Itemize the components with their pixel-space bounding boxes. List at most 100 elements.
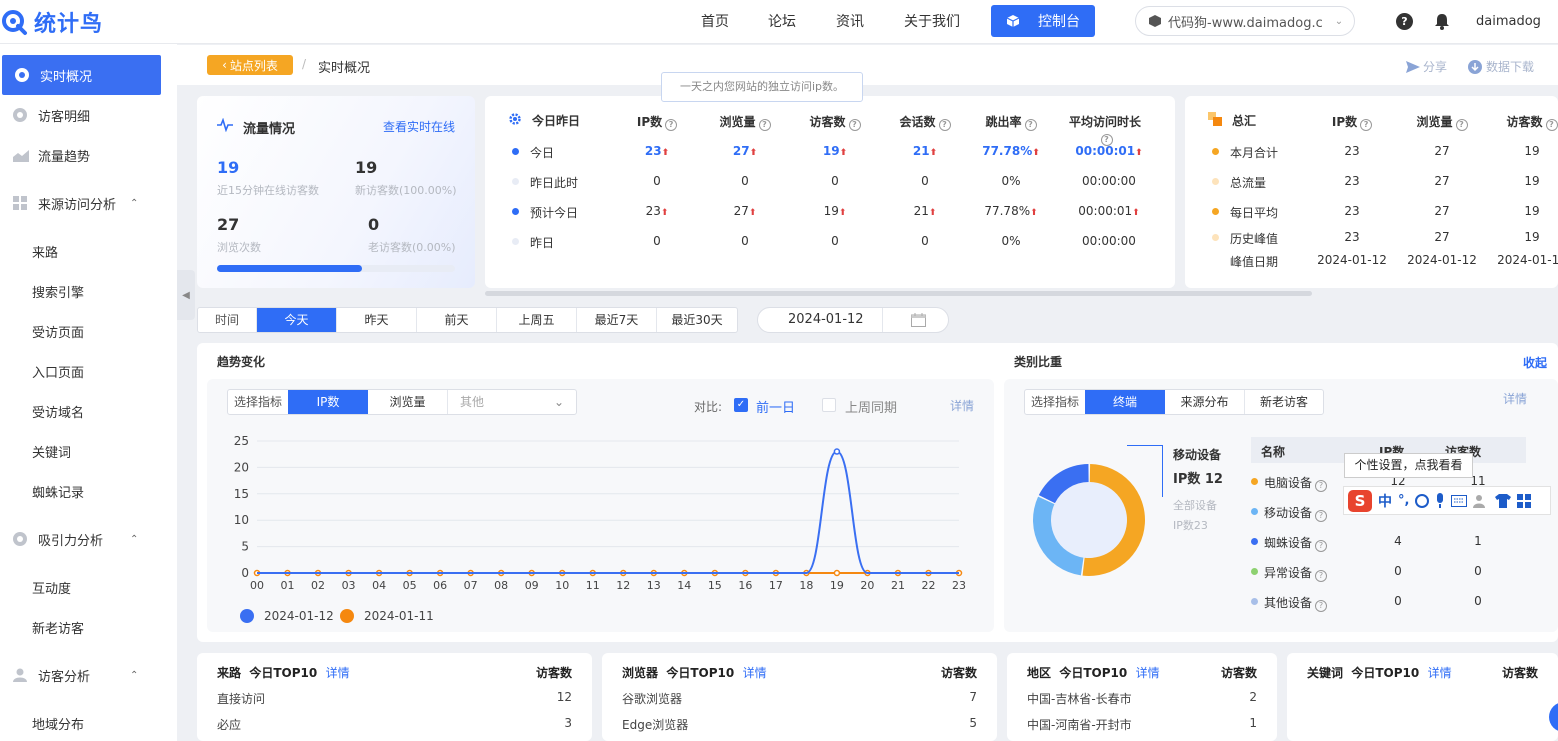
top10-detail-link[interactable]: 详情: [743, 666, 767, 680]
date-tab-0[interactable]: 今天: [257, 308, 337, 332]
category-tab-source[interactable]: 来源分布: [1165, 390, 1245, 414]
console-button[interactable]: 控制台: [991, 5, 1095, 37]
sidebar-item-10[interactable]: 蜘蛛记录: [0, 471, 177, 511]
sidebar-item-12[interactable]: 互动度: [0, 567, 177, 607]
gear-icon: [509, 113, 521, 125]
date-tab-2[interactable]: 前天: [417, 308, 497, 332]
sidebar-collapse-icon[interactable]: ◀: [177, 270, 195, 320]
top-bar: 统计鸟 首页 论坛 资讯 关于我们 控制台 代码狗-www.daimadog.c…: [0, 0, 1558, 44]
help-icon[interactable]: ?: [1396, 13, 1413, 30]
top10-subtitle: 今日TOP10: [1059, 666, 1128, 680]
sidebar-item-5[interactable]: 搜索引擎: [0, 271, 177, 311]
microphone-icon[interactable]: [1435, 493, 1445, 508]
keyboard-icon[interactable]: [1451, 494, 1468, 507]
pulse-icon: [217, 118, 233, 132]
compare-week-checkbox[interactable]: [822, 398, 836, 412]
question-icon[interactable]: ?: [938, 119, 951, 131]
sidebar-item-3[interactable]: 来源访问分析 ⌃: [0, 183, 177, 223]
question-icon[interactable]: ?: [665, 119, 678, 131]
ime-toolbar[interactable]: S 中 °,: [1343, 486, 1551, 515]
trend-detail-link[interactable]: 详情: [950, 397, 974, 414]
realtime-online-link[interactable]: 查看实时在线: [383, 118, 455, 135]
y-tick-label: 25: [234, 434, 249, 448]
sidebar-item-4[interactable]: 来路: [0, 231, 177, 271]
sidebar-item-9[interactable]: 关键词: [0, 431, 177, 471]
x-tick-label: 13: [647, 579, 661, 592]
sidebar-item-2[interactable]: 流量趋势: [0, 135, 177, 175]
sidebar-item-6[interactable]: 受访页面: [0, 311, 177, 351]
logo[interactable]: 统计鸟: [0, 6, 103, 38]
download-icon: [1468, 59, 1482, 74]
collapse-link[interactable]: 收起: [1523, 354, 1547, 371]
site-select[interactable]: 代码狗-www.daimadog.c ⌄: [1135, 6, 1355, 36]
sidebar-item-11[interactable]: 吸引力分析 ⌃: [0, 519, 177, 559]
ime-punct[interactable]: °,: [1398, 493, 1409, 508]
question-icon[interactable]: ?: [758, 119, 771, 131]
nav-forum[interactable]: 论坛: [768, 0, 796, 44]
question-icon[interactable]: ?: [848, 119, 861, 131]
compare-prev-checkbox[interactable]: ✓: [734, 398, 748, 412]
old-visitors-label: 老访客数(0.00%): [368, 241, 456, 254]
date-tab-5[interactable]: 最近30天: [657, 308, 737, 332]
category-tab-terminal[interactable]: 终端: [1085, 390, 1165, 414]
users-icon[interactable]: [1473, 494, 1489, 508]
top10-detail-link[interactable]: 详情: [1136, 666, 1160, 680]
question-icon[interactable]: ?: [1315, 600, 1328, 612]
shirt-icon[interactable]: [1495, 493, 1512, 508]
peak-date: 2024-01-12: [1497, 253, 1558, 267]
username[interactable]: daimadog: [1476, 0, 1541, 44]
download-button[interactable]: 数据下载: [1468, 58, 1534, 75]
sidebar-item-15[interactable]: 地域分布: [0, 703, 177, 741]
sidebar-item-8[interactable]: 受访域名: [0, 391, 177, 431]
trend-tab-pv[interactable]: 浏览量: [368, 390, 448, 414]
sidebar-item-7[interactable]: 入口页面: [0, 351, 177, 391]
peak-date-label: 峰值日期: [1230, 255, 1279, 269]
share-button[interactable]: 分享: [1406, 58, 1447, 75]
question-icon[interactable]: ?: [1315, 510, 1328, 522]
sogou-logo-icon[interactable]: S: [1348, 489, 1372, 512]
chevron-up-icon: ⌃: [130, 533, 139, 545]
horizontal-scrollbar[interactable]: [485, 291, 1312, 296]
nav-home[interactable]: 首页: [701, 0, 729, 44]
sidebar-item-13[interactable]: 新老访客: [0, 607, 177, 647]
question-icon[interactable]: ?: [1455, 119, 1468, 131]
date-tab-4[interactable]: 最近7天: [577, 308, 657, 332]
question-icon[interactable]: ?: [1024, 119, 1037, 131]
question-icon[interactable]: ?: [1315, 480, 1328, 492]
sidebar-item-14[interactable]: 访客分析 ⌃: [0, 655, 177, 695]
sidebar-item-0[interactable]: 实时概况: [2, 55, 161, 95]
bell-icon[interactable]: [1434, 13, 1450, 30]
cell-value: 19: [823, 204, 839, 218]
date-picker[interactable]: 2024-01-12: [757, 307, 949, 333]
back-to-site-list-button[interactable]: ‹ 站点列表: [207, 55, 293, 75]
top10-detail-link[interactable]: 详情: [1428, 666, 1452, 680]
top10-row-label: 必应: [217, 718, 242, 732]
sidebar-item-label: 搜索引擎: [32, 285, 85, 301]
question-icon[interactable]: ?: [1315, 540, 1328, 552]
sidebar-item-1[interactable]: 访客明细: [0, 95, 177, 135]
category-detail-link[interactable]: 详情: [1503, 390, 1527, 407]
today-cell: 0: [790, 174, 880, 188]
top10-detail-link[interactable]: 详情: [326, 666, 350, 680]
category-tab-new-old[interactable]: 新老访客: [1245, 390, 1323, 414]
nav-about[interactable]: 关于我们: [904, 0, 960, 44]
question-icon[interactable]: ?: [1360, 119, 1373, 131]
grid-menu-icon[interactable]: [1517, 493, 1532, 508]
date-tab-1[interactable]: 昨天: [337, 308, 417, 332]
legend-marker: [340, 609, 354, 623]
calendar-icon[interactable]: [911, 313, 926, 327]
nav-news[interactable]: 资讯: [836, 0, 864, 44]
emoji-icon[interactable]: [1415, 493, 1430, 508]
trend-tab-ip[interactable]: IP数: [288, 390, 368, 414]
pageviews-label: 浏览次数: [217, 241, 261, 254]
date-tab-3[interactable]: 上周五: [497, 308, 577, 332]
today-cell: 27⬆: [700, 144, 790, 158]
x-tick-label: 14: [677, 579, 691, 592]
sidebar-item-label: 访客分析: [38, 669, 91, 685]
ime-mode-chinese[interactable]: 中: [1378, 491, 1392, 511]
question-icon[interactable]: ?: [1545, 119, 1558, 131]
trend-other-select[interactable]: 其他 ⌄: [448, 390, 576, 414]
today-cell: 77.78%⬆: [966, 204, 1056, 218]
header-label: 浏览量: [1416, 115, 1453, 129]
question-icon[interactable]: ?: [1315, 570, 1328, 582]
